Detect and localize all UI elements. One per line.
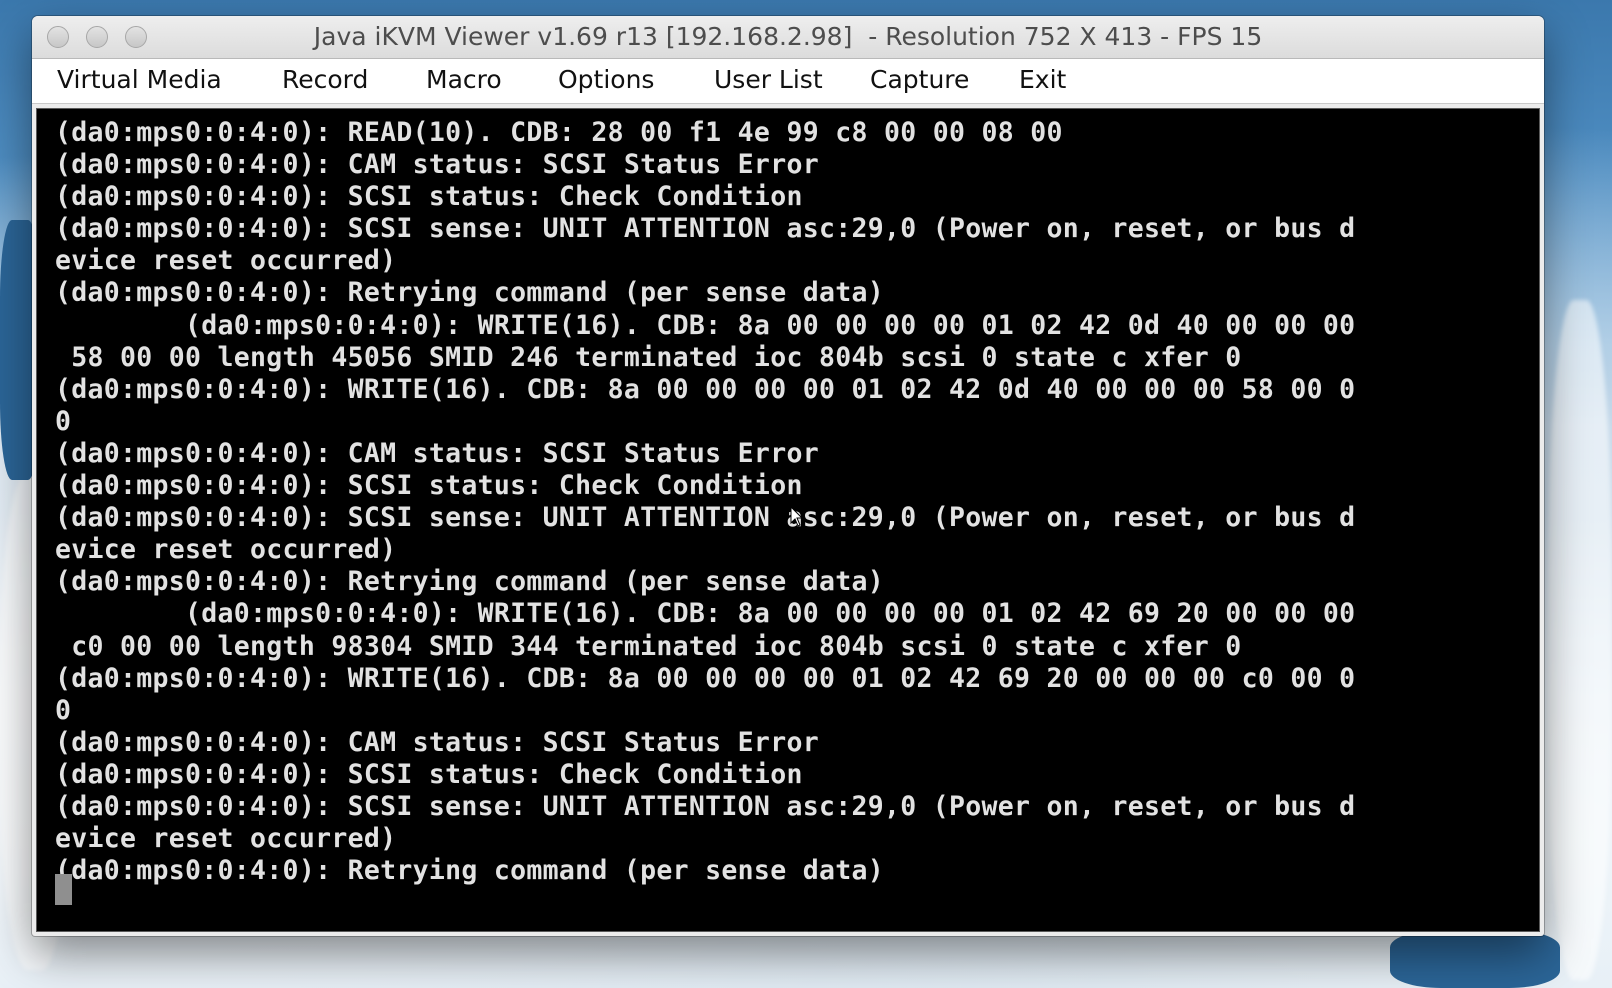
remote-console-screen[interactable]: (da0:mps0:0:4:0): READ(10). CDB: 28 00 f… [36,108,1540,932]
console-line: (da0:mps0:0:4:0): CAM status: SCSI Statu… [55,149,819,181]
console-output: (da0:mps0:0:4:0): READ(10). CDB: 28 00 f… [55,117,1355,887]
menu-user-list[interactable]: User List [714,65,823,94]
console-line: (da0:mps0:0:4:0): WRITE(16). CDB: 8a 00 … [55,373,1356,405]
console-line: (da0:mps0:0:4:0): CAM status: SCSI Statu… [55,726,819,758]
console-line: (da0:mps0:0:4:0): WRITE(16). CDB: 8a 00 … [55,309,1356,341]
console-line: (da0:mps0:0:4:0): SCSI status: Check Con… [55,470,803,502]
console-line: (da0:mps0:0:4:0): Retrying command (per … [55,855,884,887]
console-line: evice reset occurred) [55,245,397,277]
wallpaper-ice-right [1548,300,1612,980]
menu-record[interactable]: Record [282,65,368,94]
menu-bar: Virtual Media Record Macro Options User … [32,59,1544,104]
console-line: 58 00 00 length 45056 SMID 246 terminate… [55,341,1242,373]
console-line: (da0:mps0:0:4:0): Retrying command (per … [55,566,884,598]
menu-capture[interactable]: Capture [870,65,969,94]
console-line: (da0:mps0:0:4:0): SCSI status: Check Con… [55,758,803,790]
console-line: (da0:mps0:0:4:0): SCSI sense: UNIT ATTEN… [55,502,1356,534]
menu-options[interactable]: Options [558,65,654,94]
wallpaper-ocean-crack [1390,930,1560,988]
console-line: (da0:mps0:0:4:0): SCSI sense: UNIT ATTEN… [55,790,1356,822]
console-line: (da0:mps0:0:4:0): WRITE(16). CDB: 8a 00 … [55,662,1356,694]
ikvm-viewer-window: Java iKVM Viewer v1.69 r13 [192.168.2.98… [32,16,1544,936]
console-line: (da0:mps0:0:4:0): WRITE(16). CDB: 8a 00 … [55,598,1356,630]
window-title: Java iKVM Viewer v1.69 r13 [192.168.2.98… [313,22,1263,51]
mouse-pointer-icon [790,506,804,527]
console-line: c0 00 00 length 98304 SMID 344 terminate… [55,630,1242,662]
console-line: (da0:mps0:0:4:0): READ(10). CDB: 28 00 f… [55,117,1063,148]
text-cursor [55,874,72,905]
console-line: evice reset occurred) [55,534,397,566]
menu-macro[interactable]: Macro [426,65,502,94]
console-line: (da0:mps0:0:4:0): CAM status: SCSI Statu… [55,437,819,469]
console-line: (da0:mps0:0:4:0): SCSI sense: UNIT ATTEN… [55,213,1356,245]
console-line: 0 [55,694,72,726]
console-line: 0 [55,405,72,437]
console-line: (da0:mps0:0:4:0): Retrying command (per … [55,277,884,309]
title-bar[interactable]: Java iKVM Viewer v1.69 r13 [192.168.2.98… [32,16,1544,59]
console-line: (da0:mps0:0:4:0): SCSI status: Check Con… [55,181,803,213]
menu-virtual-media[interactable]: Virtual Media [57,65,222,94]
console-line: evice reset occurred) [55,823,397,855]
menu-exit[interactable]: Exit [1019,65,1066,94]
